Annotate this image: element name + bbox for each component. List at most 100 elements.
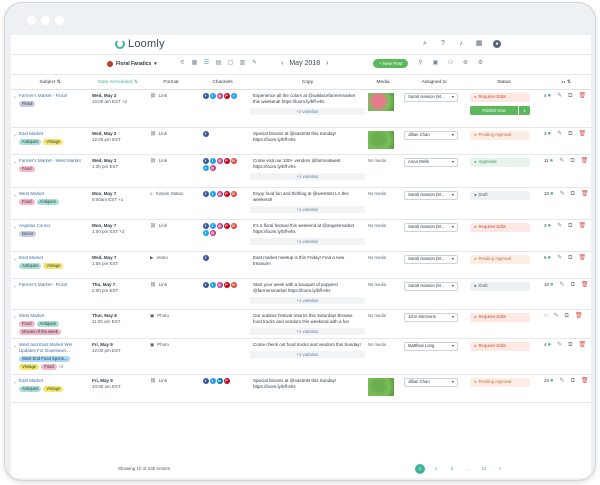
delete-icon[interactable]: 🗑 — [578, 223, 586, 229]
post-subject-link[interactable]: East Market — [19, 255, 86, 261]
table-row[interactable]: › East Market Antiques Vintage Fri, May 9… — [11, 374, 591, 403]
edit-icon[interactable]: ✎ — [557, 342, 562, 348]
post-subject-link[interactable]: West Market — [19, 191, 86, 197]
assignee-select[interactable]: Sarah Hanson (M... ▾ — [404, 281, 458, 291]
expand-row-icon[interactable]: › — [14, 257, 16, 263]
duplicate-icon[interactable]: ⧉ — [571, 191, 575, 197]
assignee-select[interactable]: Sarah Hanson (M... ▾ — [404, 254, 458, 264]
tag[interactable]: Movies of the week — [19, 328, 61, 335]
assignee-select[interactable]: Jillian Chan ▾ — [404, 130, 458, 140]
publish-now-button[interactable]: Publish Now — [470, 105, 518, 115]
table-row[interactable]: › Farmer's Market - Floral Floral Wed, M… — [11, 89, 591, 128]
col-actions[interactable]: ⚏ ⇅ — [541, 77, 591, 90]
bell-icon[interactable]: ♪ — [457, 40, 465, 48]
post-subject-link[interactable]: Farmer's Market - West Market — [19, 158, 86, 164]
edit-icon[interactable]: ✎ — [560, 191, 565, 197]
status-badge[interactable]: ● Pending Approval — [470, 377, 530, 387]
delete-icon[interactable]: 🗑 — [581, 282, 589, 288]
delete-icon[interactable]: 🗑 — [581, 378, 589, 384]
assignee-select[interactable]: Sarah Hanson (M... ▾ — [404, 92, 458, 102]
list-view-icon[interactable]: ☰ — [203, 60, 210, 67]
page-button[interactable]: 3 — [447, 464, 457, 474]
variation-link[interactable]: +1 variation — [250, 206, 365, 214]
edit-icon[interactable]: ✎ — [559, 158, 564, 164]
duplicate-icon[interactable]: ⧉ — [565, 313, 569, 319]
variation-link[interactable]: +1 variation — [250, 173, 365, 181]
tag[interactable]: Vintage — [19, 364, 40, 370]
edit-icon[interactable]: ✎ — [557, 223, 562, 229]
table-row[interactable]: › Angelas Corner Decor Mon, May 7 1:00 p… — [11, 219, 591, 252]
tag[interactable]: Vintage — [43, 262, 64, 269]
expand-row-icon[interactable]: › — [14, 193, 16, 199]
edit-icon[interactable]: ✎ — [557, 93, 562, 99]
next-page-button[interactable]: » — [495, 464, 505, 474]
status-badge[interactable]: ● Pending Approval — [470, 254, 530, 264]
delete-icon[interactable]: 🗑 — [578, 255, 586, 261]
tag[interactable]: Floral — [19, 100, 36, 107]
media-thumbnail[interactable] — [368, 130, 394, 149]
post-subject-link[interactable]: Angelas Corner — [19, 223, 86, 229]
post-subject-link[interactable]: Farmer's Market - Floral — [19, 282, 86, 288]
tag[interactable]: Food — [19, 320, 35, 327]
add-icon[interactable]: ⊕ — [462, 60, 469, 67]
comments-count[interactable]: 11 ● — [544, 158, 553, 164]
expand-row-icon[interactable]: › — [14, 160, 16, 166]
variation-link[interactable]: +2 variation — [250, 108, 365, 116]
table-row[interactable]: › West and East Market Wet Updates For D… — [11, 338, 591, 375]
table-row[interactable]: › West Market Food Antiques Movies of the … — [11, 309, 591, 339]
delete-icon[interactable]: 🗑 — [578, 93, 586, 99]
stats-view-icon[interactable]: ▥ — [239, 60, 246, 67]
status-badge[interactable]: ● Requires Edits — [470, 222, 530, 232]
expand-row-icon[interactable]: › — [14, 380, 16, 386]
chat-view-icon[interactable]: ▢ — [227, 60, 234, 67]
status-badge[interactable]: ● Pending Approval — [470, 130, 530, 140]
expand-row-icon[interactable]: › — [14, 95, 16, 101]
more-tags[interactable]: +2 — [59, 364, 64, 370]
next-month-button[interactable]: › — [326, 60, 328, 67]
tag[interactable]: Decor — [19, 230, 37, 237]
duplicate-icon[interactable]: ⧉ — [568, 342, 572, 348]
expand-row-icon[interactable]: › — [14, 225, 16, 231]
post-subject-link[interactable]: West Market — [19, 313, 86, 319]
publish-dropdown-button[interactable]: ▾ — [519, 105, 530, 115]
status-badge[interactable]: ● Draft — [470, 281, 530, 291]
delete-icon[interactable]: 🗑 — [578, 131, 586, 137]
status-badge[interactable]: ● Draft — [470, 190, 530, 200]
expand-row-icon[interactable]: › — [14, 133, 16, 139]
assignee-select[interactable]: Matthew Long ▾ — [404, 341, 458, 351]
tag[interactable]: Vintage — [43, 385, 64, 392]
comments-count[interactable]: 10 ● — [544, 191, 554, 197]
variation-link[interactable]: +1 variation — [250, 328, 365, 336]
status-badge[interactable]: ● Requires Edits — [470, 312, 530, 322]
tag[interactable]: Antiques — [19, 138, 42, 145]
filter-icon[interactable]: ⚲ — [417, 60, 424, 67]
media-thumbnail[interactable] — [368, 92, 394, 111]
post-subject-link[interactable]: East Market — [19, 378, 86, 384]
edit-icon[interactable]: ✎ — [560, 282, 565, 288]
logo[interactable]: Loomly — [115, 38, 165, 50]
delete-icon[interactable]: 🗑 — [578, 342, 586, 348]
comments-count[interactable]: 24 ● — [544, 378, 554, 384]
new-post-button[interactable]: + New Post — [373, 59, 409, 68]
page-button[interactable]: 1 — [415, 464, 425, 474]
tag[interactable]: Antiques — [36, 320, 59, 327]
media-thumbnail[interactable] — [368, 377, 394, 396]
duplicate-icon[interactable]: ⧉ — [568, 223, 572, 229]
page-button[interactable]: 24 — [479, 464, 489, 474]
delete-icon[interactable]: 🗑 — [575, 313, 583, 319]
comments-count[interactable]: 10 ● — [544, 282, 554, 288]
page-button[interactable]: 2 — [431, 464, 441, 474]
help-icon[interactable]: ? — [439, 40, 447, 48]
col-date-scheduled[interactable]: Date Scheduled ⇅ — [89, 77, 147, 90]
tag[interactable]: Food — [19, 198, 35, 205]
status-badge[interactable]: ● Approved — [470, 157, 530, 167]
settings-icon[interactable]: ⚙ — [477, 60, 484, 67]
filter-view-icon[interactable]: ⚟ — [179, 60, 186, 67]
assignee-select[interactable]: John Simmons ▾ — [404, 312, 458, 322]
calendar-selector[interactable]: Floral Fanatics ▾ — [107, 61, 157, 67]
comments-count[interactable]: ○ — [544, 313, 548, 319]
table-row[interactable]: › East Market Antiques Vintage Wed, May 7… — [11, 251, 591, 279]
expand-row-icon[interactable]: › — [14, 284, 16, 290]
table-row[interactable]: › Farmer's Market - Floral Thu, May 7 2:… — [11, 278, 591, 310]
search-icon[interactable]: ⌕ — [421, 40, 429, 48]
